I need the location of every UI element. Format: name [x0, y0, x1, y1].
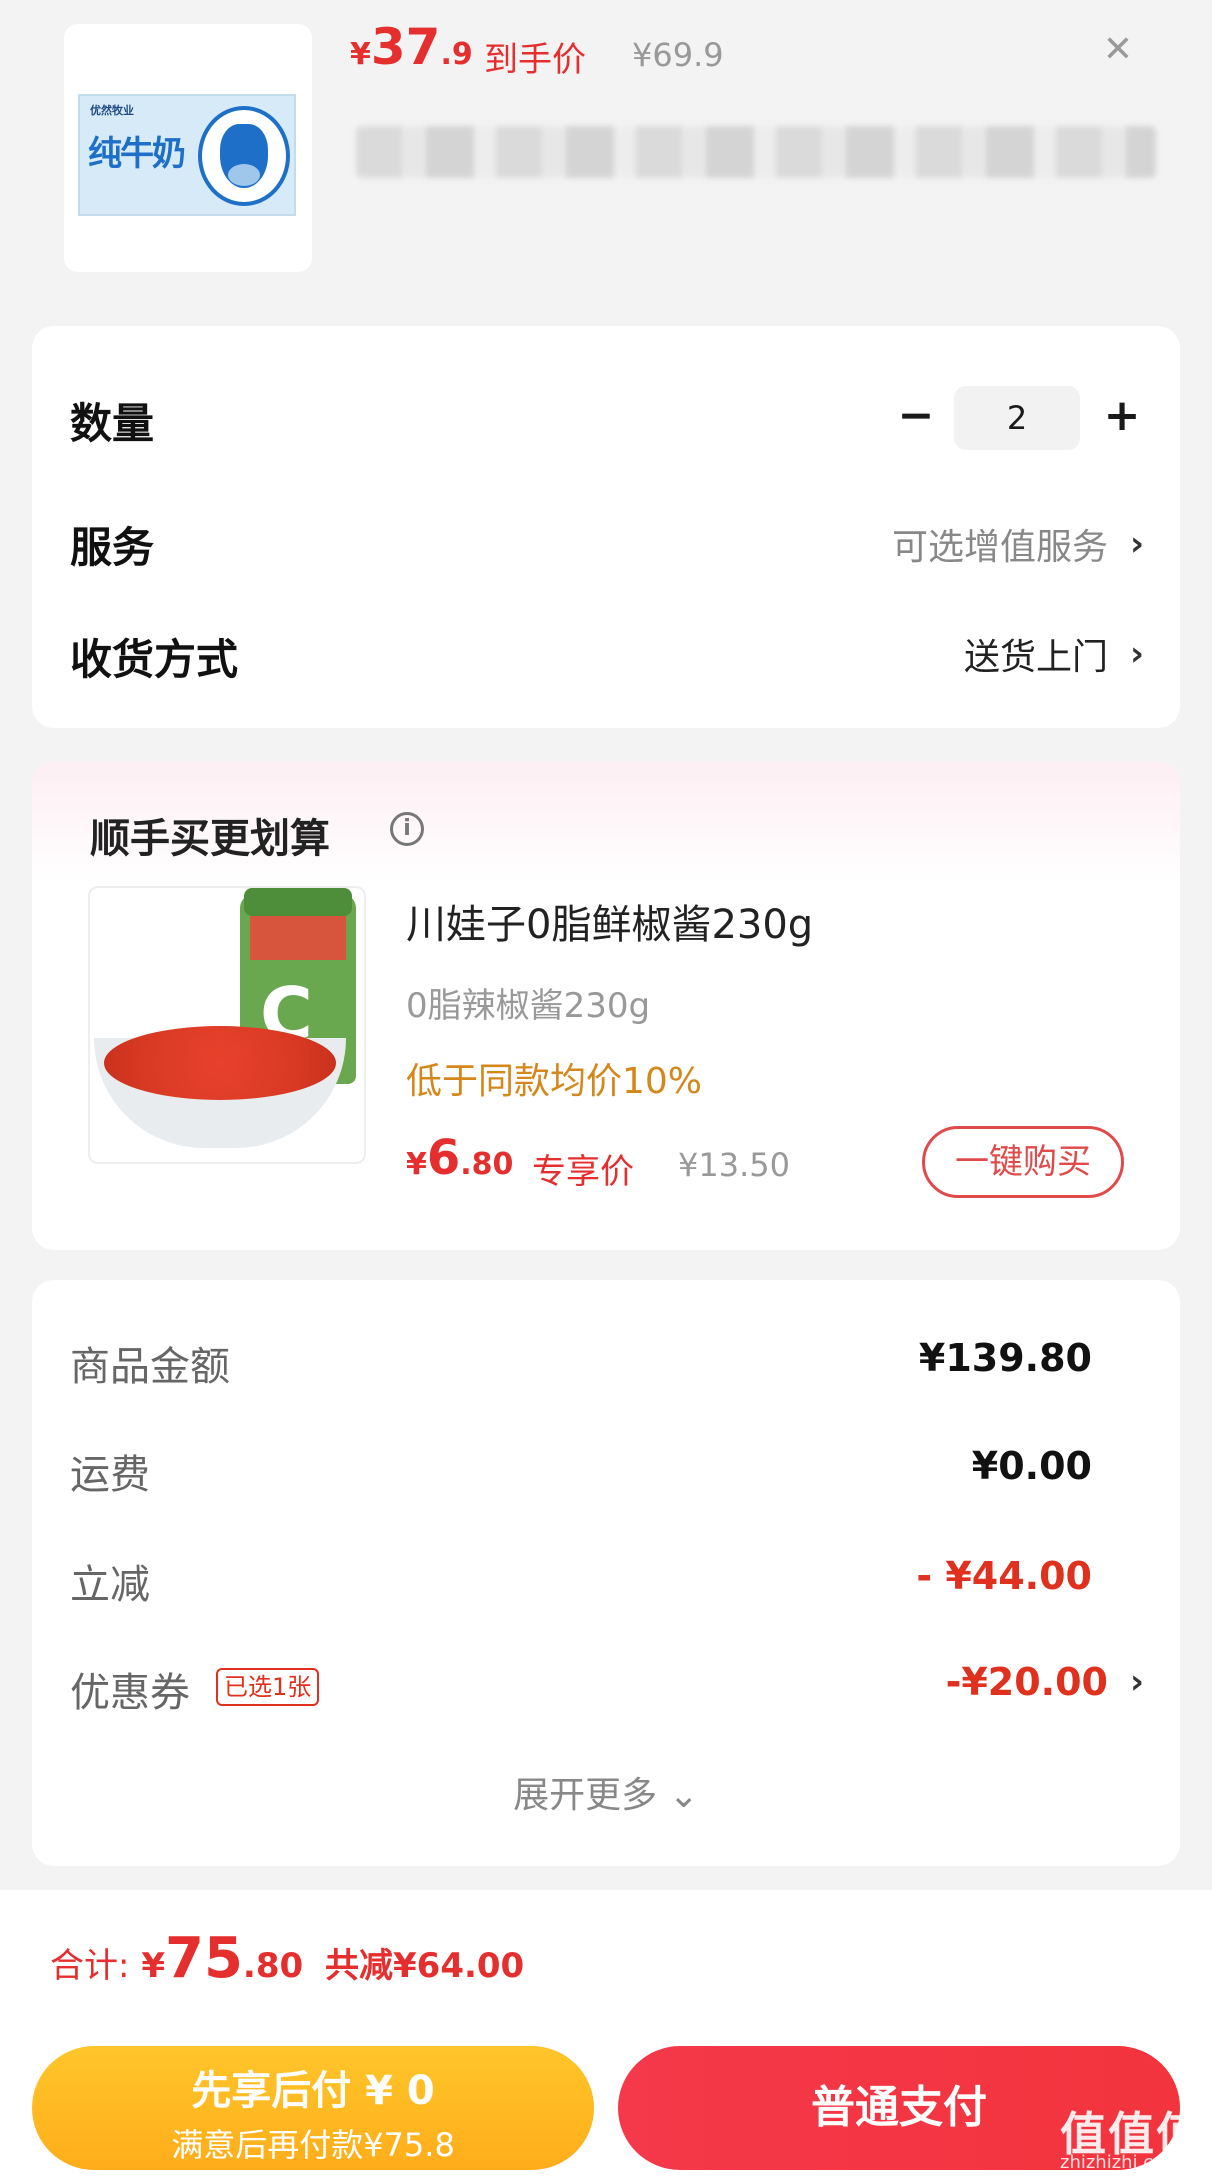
service-label: 服务 — [70, 523, 155, 572]
summary-label: 商品金额 — [70, 1344, 230, 1390]
upsell-original-price: ¥13.50 — [678, 1146, 790, 1184]
product-title-blurred — [356, 126, 1156, 178]
service-value: 可选增值服务 — [891, 527, 1108, 568]
product-price: ¥37.9 — [350, 18, 473, 76]
coupon-selected-badge: 已选1张 — [216, 1668, 320, 1706]
product-thumbnail[interactable]: 优然牧业 纯牛奶 — [64, 24, 312, 272]
summary-value: ¥139.80 — [918, 1336, 1092, 1380]
close-icon[interactable]: ✕ — [1098, 30, 1138, 70]
expand-more-label: 展开更多 — [513, 1775, 658, 1816]
quantity-label: 数量 — [70, 399, 155, 448]
milk-brand-text: 优然牧业 — [90, 104, 134, 117]
coupon-value: -¥20.00 — [945, 1660, 1108, 1704]
quantity-minus-button[interactable]: − — [896, 394, 936, 440]
chevron-right-icon: › — [1129, 634, 1144, 674]
watermark-url: zhizhizhi.com — [1060, 2152, 1182, 2173]
quantity-plus-button[interactable]: + — [1100, 394, 1144, 440]
chevron-down-icon: ⌄ — [668, 1775, 699, 1816]
delivery-row[interactable]: 送货上门 › — [964, 628, 1144, 680]
one-click-buy-button[interactable]: 一键购买 — [922, 1126, 1124, 1198]
chevron-right-icon: › — [1129, 1662, 1144, 1702]
pay-later-subtitle: 满意后再付款¥75.8 — [171, 2126, 455, 2164]
upsell-product-name[interactable]: 川娃子0脂鲜椒酱230g — [406, 892, 813, 950]
milk-box-image: 优然牧业 纯牛奶 — [78, 94, 296, 216]
delivery-value: 送货上门 — [963, 637, 1108, 678]
total-saved: 共减¥64.00 — [325, 1946, 525, 1986]
upsell-product-image[interactable]: C — [88, 886, 366, 1164]
service-row[interactable]: 可选增值服务 › — [892, 518, 1144, 570]
upsell-price-label: 专享价 — [532, 1152, 634, 1192]
upsell-product-spec: 0脂辣椒酱230g — [406, 986, 651, 1026]
delivery-label: 收货方式 — [70, 635, 239, 684]
info-icon[interactable]: i — [390, 812, 424, 846]
price-label: 到手价 — [484, 40, 586, 80]
milk-name-text: 纯牛奶 — [88, 134, 186, 174]
pay-later-button[interactable]: 先享后付 ¥ 0 满意后再付款¥75.8 — [32, 2046, 594, 2170]
upsell-price-badge: 低于同款均价10% — [406, 1061, 703, 1102]
cow-logo-icon — [198, 106, 290, 206]
summary-label: 立减 — [70, 1562, 150, 1608]
chevron-right-icon: › — [1129, 524, 1144, 564]
upsell-price: ¥6.80 — [406, 1130, 514, 1186]
discount-value: - ¥44.00 — [916, 1554, 1092, 1598]
summary-label: 运费 — [70, 1452, 150, 1498]
quantity-input[interactable]: 2 — [954, 386, 1080, 450]
pay-later-title: 先享后付 ¥ 0 — [191, 2068, 435, 2114]
coupon-row[interactable]: -¥20.00 › — [946, 1660, 1144, 1704]
upsell-title: 顺手买更划算 — [90, 816, 330, 862]
coupon-label: 优惠券 — [70, 1670, 190, 1716]
expand-more-button[interactable]: 展开更多 ⌄ — [0, 1766, 1212, 1818]
order-total: 合计: ¥75.80 共减¥64.00 — [50, 1926, 525, 1991]
original-price: ¥69.9 — [632, 36, 724, 74]
summary-value: ¥0.00 — [971, 1444, 1092, 1488]
